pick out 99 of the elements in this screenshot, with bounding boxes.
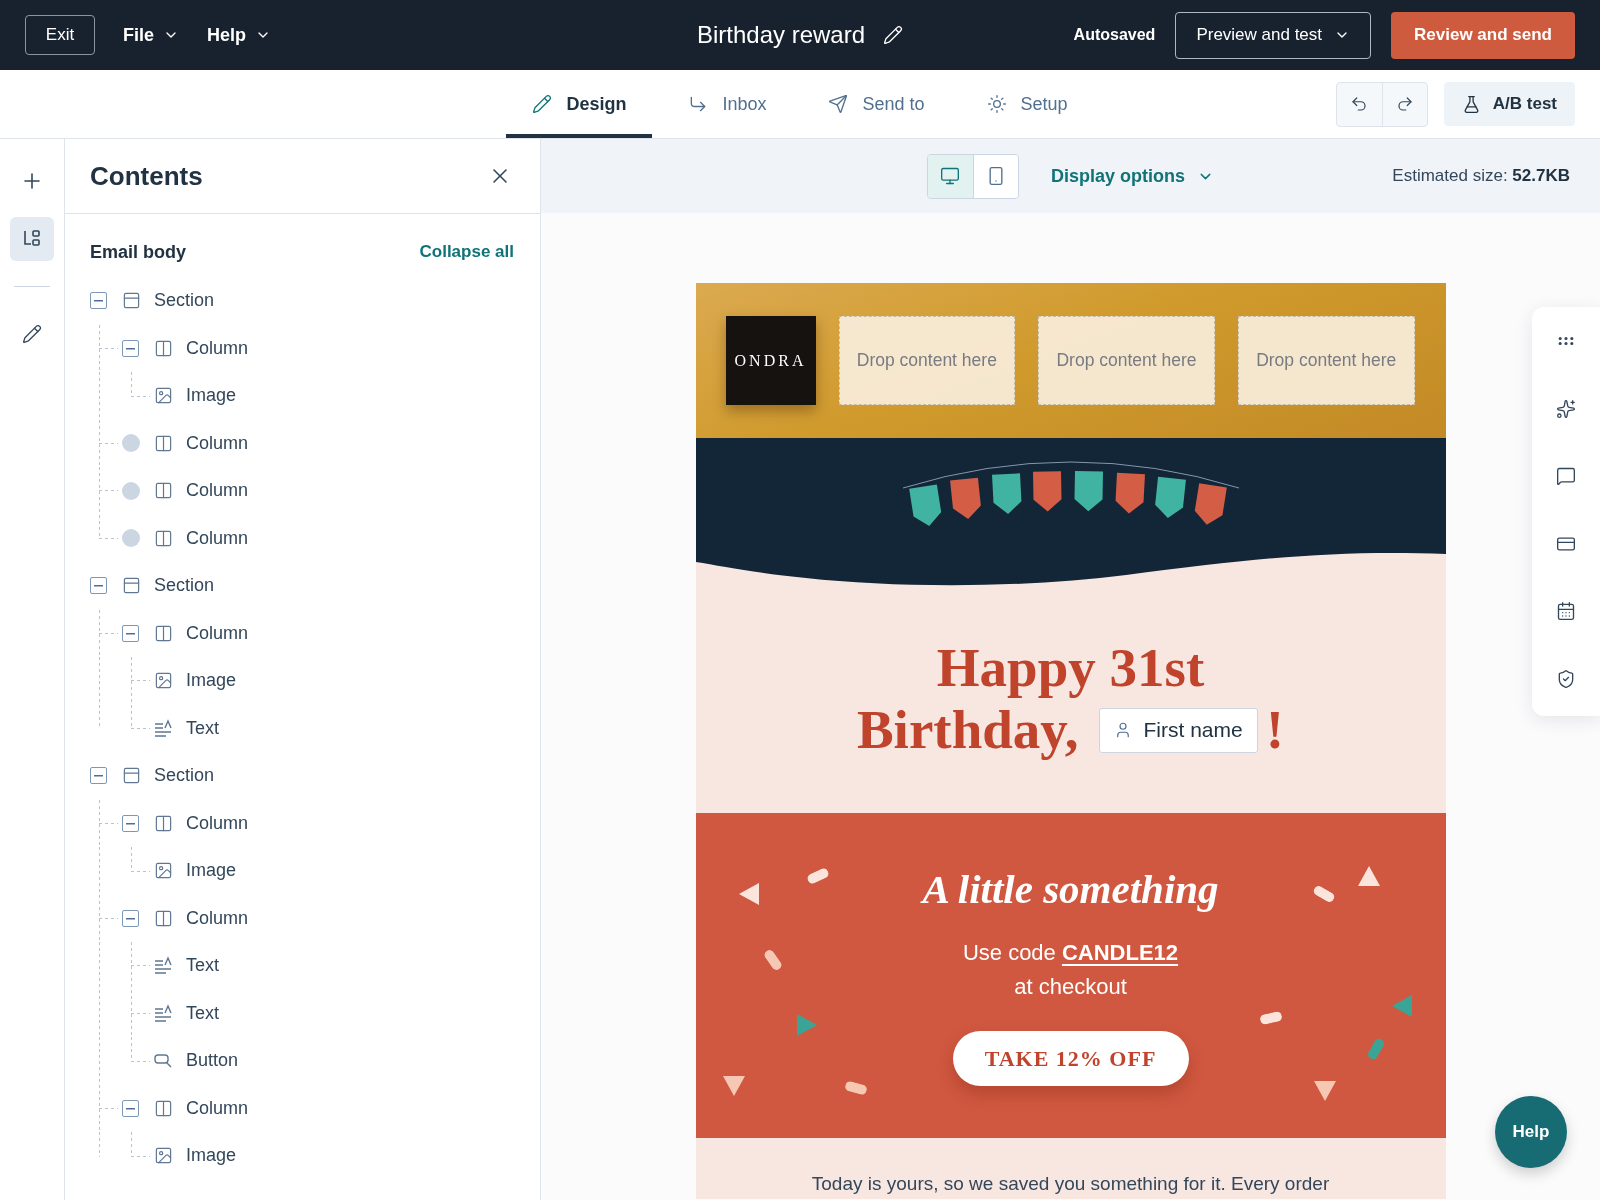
speech-bubble-icon[interactable]: [1556, 466, 1576, 486]
promo-title: A little something: [922, 865, 1219, 913]
columns-icon: [154, 338, 173, 358]
tab[interactable]: Setup: [960, 70, 1094, 138]
tree-item[interactable]: Section: [122, 765, 215, 787]
tree-item[interactable]: Column: [154, 527, 249, 549]
collapse-toggle[interactable]: [90, 292, 107, 310]
panel-title: Contents: [90, 160, 203, 192]
text-icon: [154, 1003, 173, 1023]
pencil-icon: [22, 324, 42, 344]
section-heading: Email body: [90, 241, 187, 264]
tree-item[interactable]: Section: [122, 290, 215, 312]
preview-button[interactable]: Preview and test: [1175, 11, 1372, 59]
email-title: Birthday reward: [696, 21, 866, 49]
promo-text: Use code CANDLE12 at checkout: [961, 939, 1180, 1001]
collapse-toggle[interactable]: [122, 339, 139, 357]
tree-item[interactable]: Text: [154, 1002, 219, 1024]
columns-icon: [154, 623, 173, 643]
confetti-triangle-icon: [1391, 995, 1412, 1017]
panel-icon: [122, 291, 141, 311]
collapse-all-link[interactable]: Collapse all: [419, 242, 514, 262]
calendar-icon[interactable]: [1556, 601, 1576, 621]
columns-icon: [154, 813, 173, 833]
tree-item[interactable]: Column: [154, 622, 249, 644]
columns-icon: [154, 1098, 173, 1118]
help-button[interactable]: Help: [1495, 1096, 1567, 1168]
collapse-toggle[interactable]: [122, 624, 139, 642]
confetti-triangle-icon: [722, 1076, 745, 1096]
collapse-toggle[interactable]: [122, 1099, 139, 1117]
tree-item[interactable]: Column: [154, 812, 249, 834]
tree-item[interactable]: Image: [154, 1145, 237, 1167]
tree-item[interactable]: Column: [154, 432, 249, 454]
panel-icon: [122, 766, 141, 786]
confetti-dash-icon: [1258, 1010, 1283, 1026]
save-status: Autosaved: [1073, 26, 1156, 44]
tree-item[interactable]: Image: [154, 670, 237, 692]
collapse-toggle[interactable]: [90, 767, 107, 785]
image-icon: [154, 386, 173, 406]
shield-check-icon[interactable]: [1556, 668, 1576, 689]
menu-button[interactable]: Help: [195, 15, 284, 55]
drop-zone[interactable]: Drop content here: [838, 316, 1016, 405]
tree-item[interactable]: Image: [154, 385, 237, 407]
tree-item[interactable]: Column: [154, 907, 249, 929]
pencil-icon[interactable]: [883, 25, 904, 45]
exit-button[interactable]: Exit: [25, 15, 95, 55]
circle-icon: [122, 434, 140, 453]
collapse-toggle[interactable]: [90, 577, 107, 595]
exclamation-mark: !: [1265, 699, 1285, 761]
personalization-token[interactable]: First name: [1098, 707, 1258, 753]
confetti-triangle-icon: [738, 883, 759, 905]
mobile-view-button[interactable]: [973, 154, 1018, 198]
greeting-heading: Birthday,: [856, 699, 1079, 761]
columns-icon: [154, 908, 173, 928]
sparkles-icon[interactable]: [1556, 398, 1576, 419]
text-icon: [154, 956, 173, 976]
columns-icon: [154, 481, 173, 501]
greeting-heading: Happy 31st: [936, 637, 1205, 699]
image-icon: [154, 861, 173, 881]
desktop-view-button[interactable]: [928, 154, 973, 198]
tree-item[interactable]: Column: [154, 480, 249, 502]
columns-icon: [154, 433, 173, 453]
tree-structure-icon: [22, 229, 42, 249]
monitor-icon: [940, 166, 961, 186]
menu-button[interactable]: File: [111, 15, 191, 55]
estimated-size: Estimated size: 52.7KB: [1392, 166, 1570, 186]
tree-item[interactable]: Column: [154, 337, 249, 359]
cta-button[interactable]: TAKE 12% OFF: [952, 1031, 1189, 1086]
structure-button[interactable]: [10, 217, 54, 261]
image-icon: [154, 1146, 173, 1166]
redo-icon: [1395, 95, 1414, 113]
confetti-triangle-icon: [1313, 1081, 1336, 1101]
body-text: Today is yours, so we saved you something for it. Every order: [810, 1172, 1331, 1196]
tree-item[interactable]: Column: [154, 1097, 249, 1119]
review-send-button[interactable]: Review and send: [1391, 11, 1575, 59]
confetti-triangle-icon: [796, 1014, 817, 1036]
columns-icon: [154, 528, 173, 548]
paper-plane-icon: [828, 94, 849, 114]
confetti-dash-icon: [843, 1080, 868, 1096]
image-icon: [154, 671, 173, 691]
panel-icon: [122, 576, 141, 596]
tree-item[interactable]: Text: [154, 955, 219, 977]
circle-icon: [122, 529, 140, 548]
collapse-toggle[interactable]: [122, 909, 139, 927]
pencil-icon: [532, 94, 553, 114]
circle-icon: [122, 481, 140, 500]
sun-icon: [986, 94, 1007, 114]
tab[interactable]: Send to: [802, 70, 951, 138]
tab[interactable]: Inbox: [662, 70, 793, 138]
tree-item[interactable]: Section: [122, 575, 215, 597]
undo-icon: [1350, 95, 1369, 113]
text-icon: [154, 718, 173, 738]
ab-test-button[interactable]: A/B test: [1443, 82, 1575, 126]
confetti-triangle-icon: [1357, 866, 1380, 886]
display-options-button[interactable]: Display options: [1051, 165, 1214, 187]
tree-item[interactable]: Text: [154, 717, 219, 739]
tree-item[interactable]: Image: [154, 860, 237, 882]
logo: ONDRA: [725, 316, 816, 405]
collapse-toggle[interactable]: [122, 814, 139, 832]
tree-item[interactable]: Button: [154, 1050, 239, 1072]
